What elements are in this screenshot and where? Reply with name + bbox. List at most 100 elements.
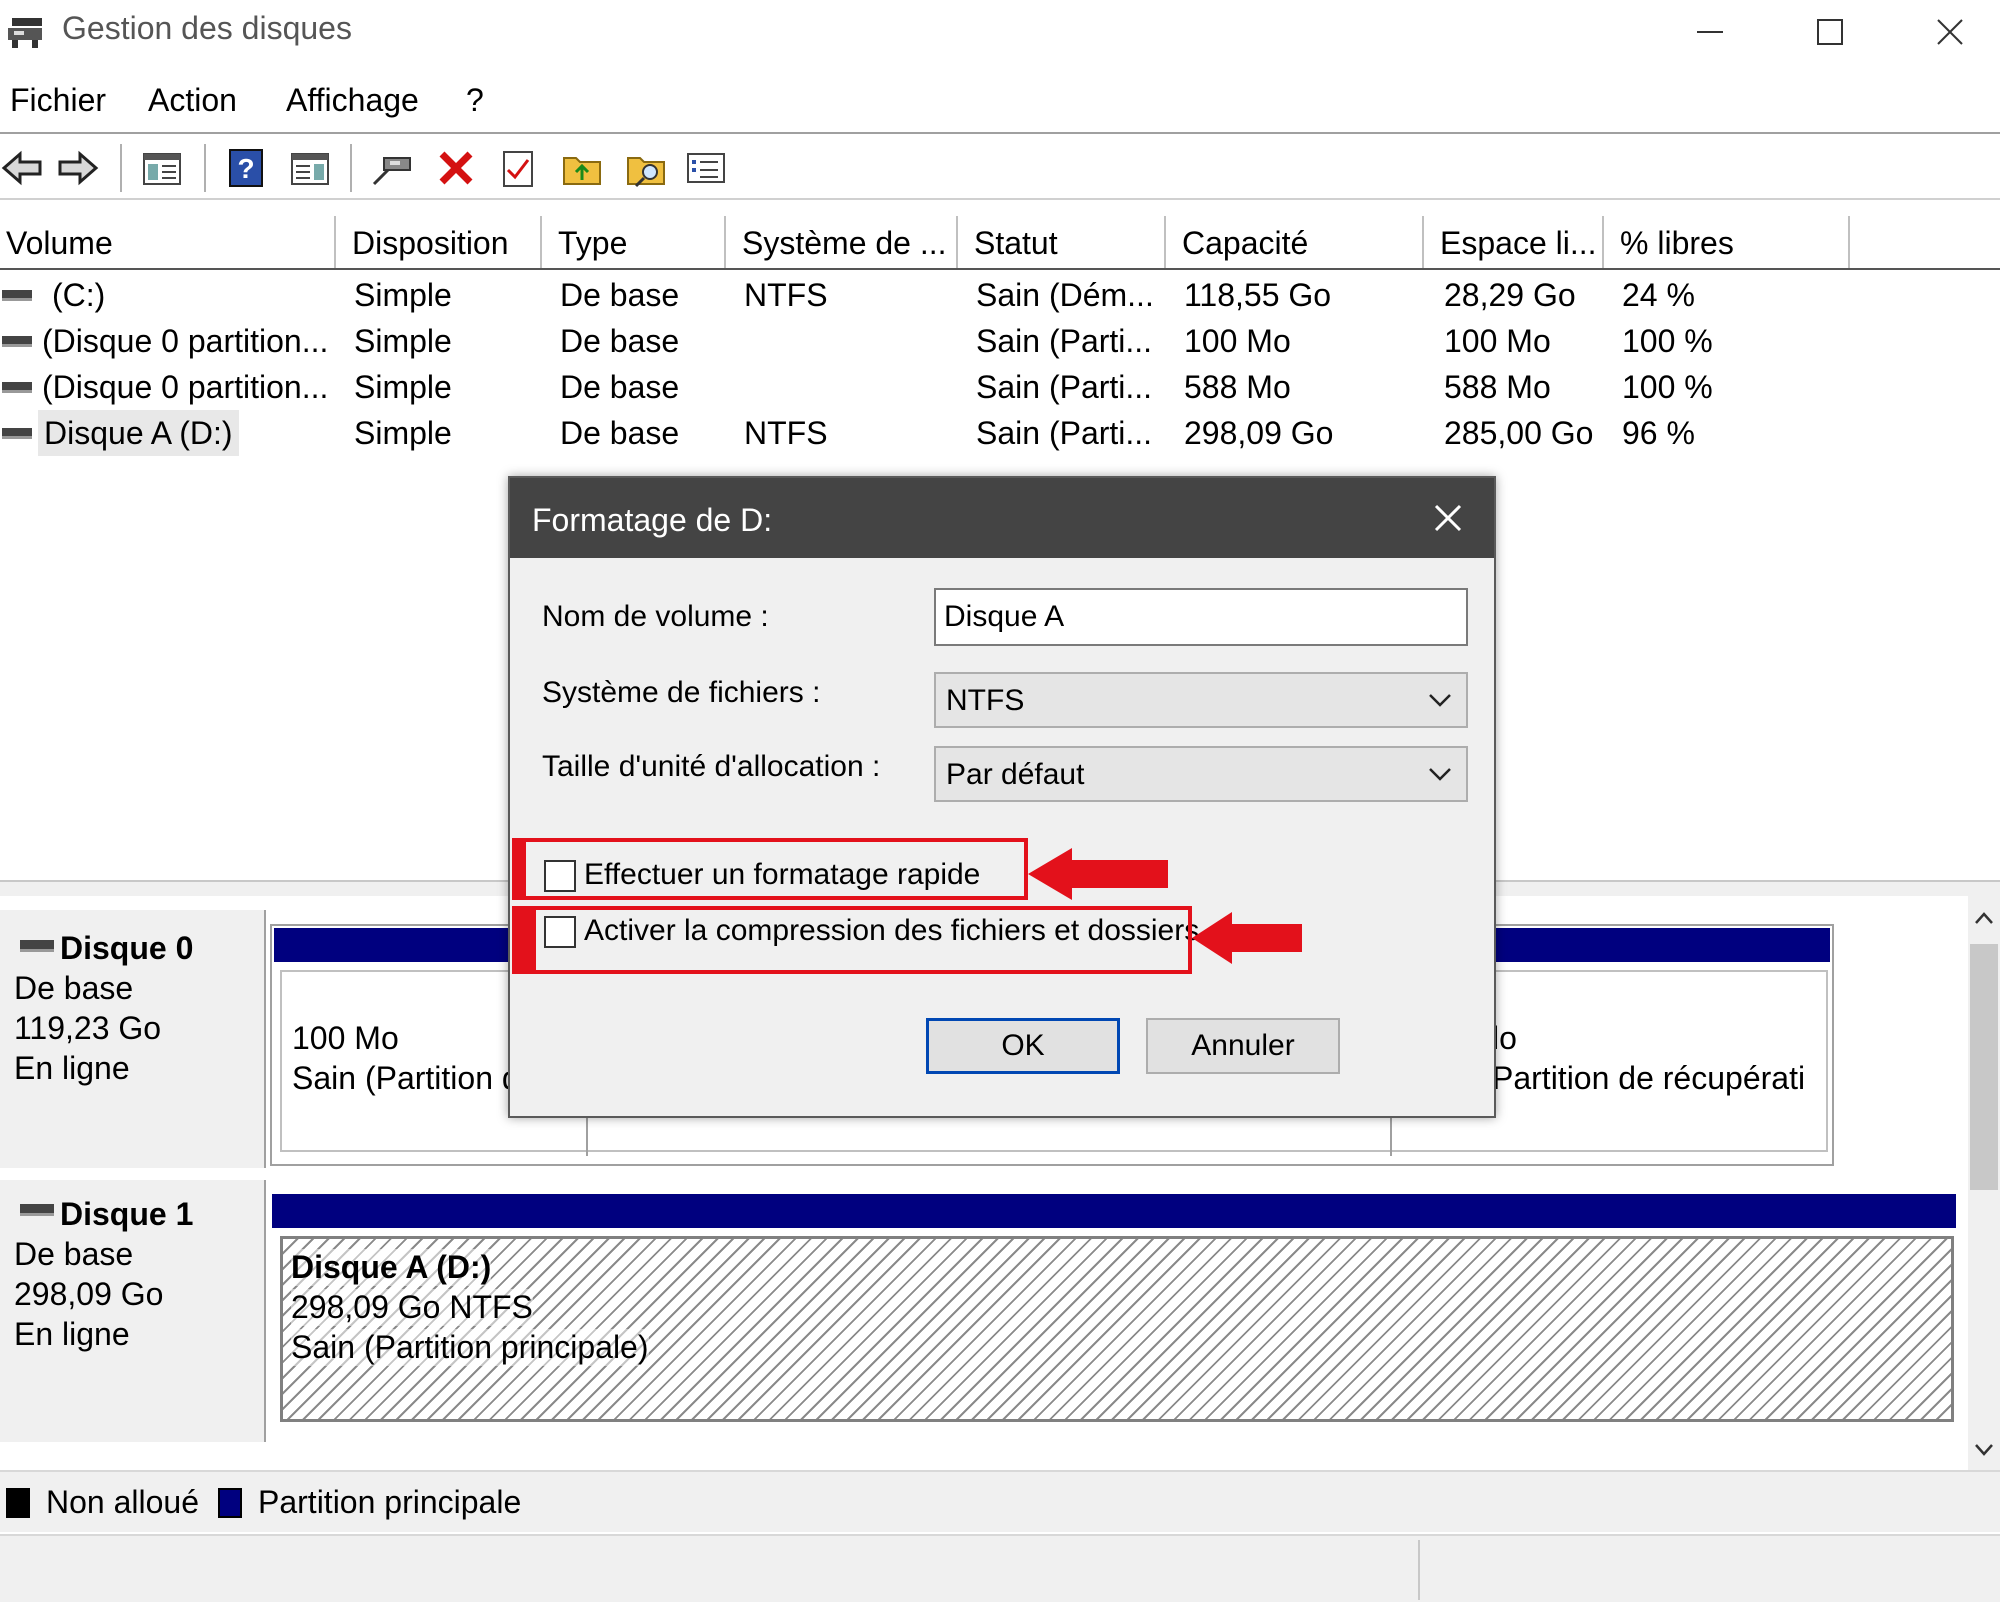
folder-up-button[interactable]: [560, 146, 604, 190]
toolbar-separator: [350, 144, 352, 192]
cell-disposition: Simple: [354, 323, 452, 359]
legend-swatch-primary: [218, 1488, 242, 1518]
col-header-capacity[interactable]: Capacité: [1176, 216, 1424, 268]
disk1-name: Disque 1: [60, 1196, 194, 1232]
col-header-percent-free[interactable]: % libres: [1614, 216, 1850, 268]
console-tree-button[interactable]: [140, 146, 184, 190]
col-header-filesystem[interactable]: Système de ...: [736, 216, 958, 268]
col-header-free-space[interactable]: Espace li...: [1434, 216, 1604, 268]
volume-table-header: Volume Disposition Type Système de ... S…: [0, 216, 2000, 270]
cell-type: De base: [560, 323, 680, 359]
drive-icon: [2, 290, 32, 301]
maximize-button[interactable]: [1770, 0, 1890, 64]
ok-button[interactable]: OK: [926, 1018, 1120, 1074]
cell-volume: (Disque 0 partition...: [42, 323, 329, 359]
minimize-icon: [1697, 31, 1723, 33]
table-row[interactable]: (Disque 0 partition... Simple De base Sa…: [0, 318, 2000, 364]
status-divider: [1418, 1540, 1420, 1600]
check-button[interactable]: [496, 146, 540, 190]
list-view-icon: [687, 153, 725, 183]
disk0-name: Disque 0: [60, 930, 194, 966]
red-arrow-icon: [1028, 848, 1168, 900]
allocation-size-label: Taille d'unité d'allocation :: [542, 750, 881, 783]
menu-action[interactable]: Action: [148, 82, 237, 119]
cell-disposition: Simple: [354, 369, 452, 405]
menu-help[interactable]: ?: [466, 82, 484, 119]
disk1-partition-selected[interactable]: Disque A (D:) 298,09 Go NTFS Sain (Parti…: [280, 1236, 1954, 1422]
table-row[interactable]: (C:) Simple De base NTFS Sain (Dém... 11…: [0, 272, 2000, 318]
close-window-button[interactable]: [1890, 0, 2000, 64]
cell-percent-free: 96 %: [1622, 415, 1695, 451]
cell-capacity: 298,09 Go: [1184, 415, 1334, 451]
red-arrow-icon: [1192, 912, 1302, 964]
dialog-close-button[interactable]: [1426, 496, 1470, 540]
dialog-title: Formatage de D:: [532, 502, 773, 538]
disk1-info-panel[interactable]: Disque 1 De base 298,09 Go En ligne: [0, 1180, 266, 1442]
menu-separator: [0, 132, 2000, 134]
col-header-volume[interactable]: Volume: [0, 216, 336, 268]
menu-fichier[interactable]: Fichier: [10, 82, 106, 119]
legend-swatch-unallocated: [6, 1488, 30, 1518]
window-title: Gestion des disques: [62, 10, 352, 46]
disk-management-icon: [6, 14, 46, 50]
list-view-button[interactable]: [684, 146, 728, 190]
properties-view-icon: [291, 153, 329, 185]
table-row[interactable]: (Disque 0 partition... Simple De base Sa…: [0, 364, 2000, 410]
disk1-part-size: 298,09 Go NTFS: [291, 1289, 533, 1326]
cell-capacity: 588 Mo: [1184, 369, 1291, 405]
table-row-selected[interactable]: Disque A (D:) Simple De base NTFS Sain (…: [0, 410, 2000, 456]
status-bar: [0, 1534, 2000, 1602]
disk0-info-panel[interactable]: Disque 0 De base 119,23 Go En ligne: [0, 910, 266, 1168]
cell-volume: Disque A (D:): [38, 410, 239, 456]
connect-icon: [372, 157, 411, 186]
console-tree-icon: [143, 153, 181, 185]
filesystem-label: Système de fichiers :: [542, 676, 821, 709]
menu-affichage[interactable]: Affichage: [286, 82, 419, 119]
disk1-status: En ligne: [14, 1316, 130, 1352]
cell-filesystem: NTFS: [744, 277, 828, 313]
cell-volume: (C:): [52, 277, 106, 313]
scroll-down-icon[interactable]: [1974, 1442, 1994, 1458]
cell-type: De base: [560, 415, 680, 451]
help-button[interactable]: ?: [224, 146, 268, 190]
filesystem-select[interactable]: NTFS: [934, 672, 1468, 728]
svg-text:?: ?: [237, 153, 254, 184]
properties-view-button[interactable]: [288, 146, 332, 190]
legend-bar: Non alloué Partition principale: [0, 1470, 2000, 1532]
disk0-part3-status[interactable]: Partition de récupérati: [1492, 1060, 1805, 1097]
volume-name-input[interactable]: [934, 588, 1468, 646]
allocation-size-select[interactable]: Par défaut: [934, 746, 1468, 802]
drive-icon: [2, 428, 32, 439]
forward-button[interactable]: [56, 146, 100, 190]
back-button[interactable]: [0, 146, 44, 190]
scroll-up-icon[interactable]: [1974, 910, 1994, 926]
cancel-button[interactable]: Annuler: [1146, 1018, 1340, 1074]
cell-free-space: 588 Mo: [1444, 369, 1551, 405]
col-header-type[interactable]: Type: [552, 216, 726, 268]
connect-button[interactable]: [370, 146, 414, 190]
minimize-button[interactable]: [1650, 0, 1770, 64]
delete-button[interactable]: [434, 146, 478, 190]
col-header-disposition[interactable]: Disposition: [346, 216, 542, 268]
back-icon: [1, 150, 42, 186]
col-header-status[interactable]: Statut: [968, 216, 1166, 268]
cell-status: Sain (Dém...: [976, 277, 1154, 313]
menu-bar: Fichier Action Affichage ?: [0, 68, 2000, 128]
folder-search-button[interactable]: [624, 146, 668, 190]
cell-free-space: 100 Mo: [1444, 323, 1551, 359]
legend-unallocated: Non alloué: [46, 1484, 199, 1520]
cell-disposition: Simple: [354, 415, 452, 451]
disk-icon: [20, 940, 54, 952]
folder-up-icon: [563, 157, 601, 185]
drive-icon: [2, 336, 32, 347]
forward-icon: [58, 150, 99, 186]
maximize-icon: [1817, 19, 1843, 45]
disk0-part1-status[interactable]: Sain (Partition d: [292, 1060, 520, 1097]
cell-status: Sain (Parti...: [976, 415, 1153, 451]
scrollbar-thumb[interactable]: [1970, 944, 1998, 1190]
disk0-part1-size[interactable]: 100 Mo: [292, 1020, 399, 1057]
cell-disposition: Simple: [354, 277, 452, 313]
disk1-part-name: Disque A (D:): [291, 1249, 492, 1286]
disk1-type: De base: [14, 1236, 134, 1272]
toolbar-separator: [120, 144, 122, 192]
